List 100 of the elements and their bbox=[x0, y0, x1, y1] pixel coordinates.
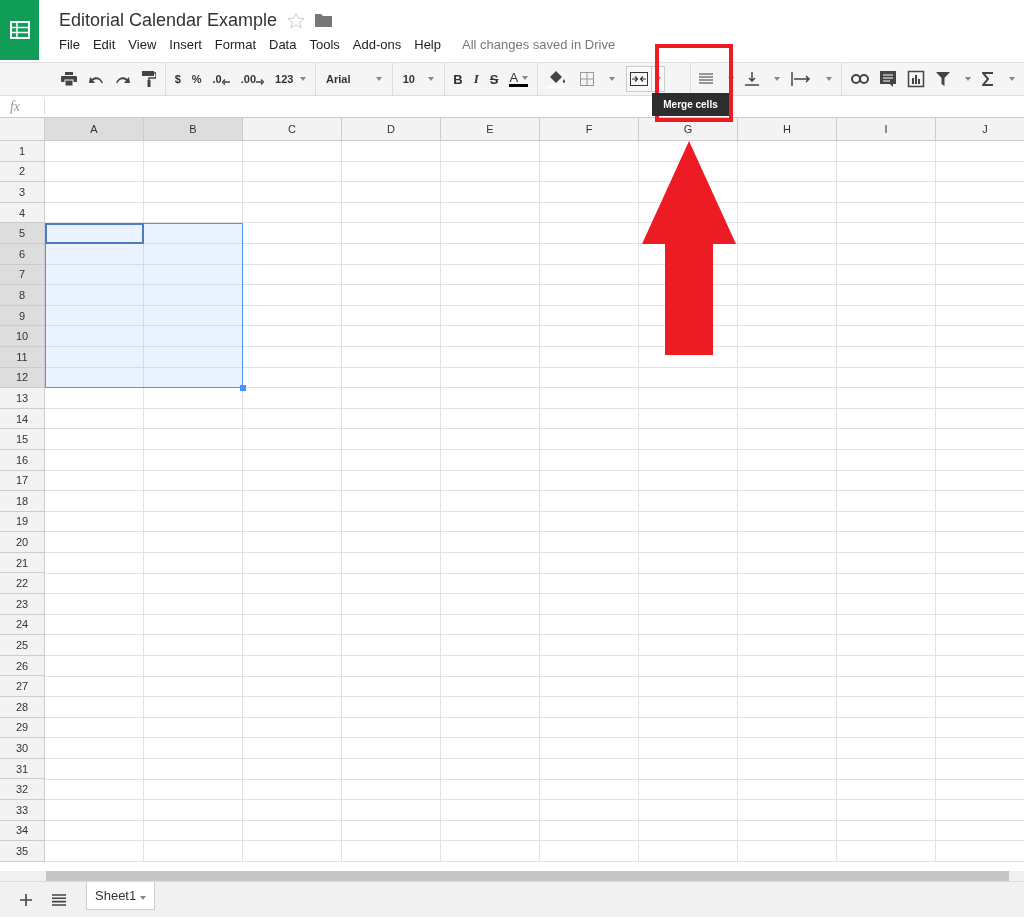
menu-item[interactable]: Format bbox=[214, 37, 256, 52]
caret-icon[interactable] bbox=[427, 77, 434, 81]
row-header[interactable]: 33 bbox=[0, 800, 45, 821]
row-header[interactable]: 18 bbox=[0, 491, 45, 512]
row-header[interactable]: 22 bbox=[0, 573, 45, 595]
row-header[interactable]: 12 bbox=[0, 367, 45, 389]
menu-item[interactable]: View bbox=[128, 37, 157, 52]
folder-icon[interactable] bbox=[315, 13, 333, 27]
row-header[interactable]: 25 bbox=[0, 635, 45, 656]
row-header[interactable]: 3 bbox=[0, 182, 45, 203]
row-header[interactable]: 6 bbox=[0, 243, 45, 265]
caret-icon[interactable] bbox=[1009, 77, 1015, 81]
row-header[interactable]: 32 bbox=[0, 779, 45, 800]
row-header[interactable]: 23 bbox=[0, 594, 45, 615]
star-icon[interactable] bbox=[287, 11, 306, 29]
caret-icon[interactable] bbox=[774, 77, 781, 81]
merge-cells-button[interactable] bbox=[625, 66, 665, 92]
horizontal-scrollbar[interactable] bbox=[46, 871, 1009, 881]
row-header[interactable]: 14 bbox=[0, 408, 45, 430]
row-header[interactable]: 7 bbox=[0, 264, 45, 286]
font-size-dropdown[interactable]: 10 bbox=[392, 73, 444, 85]
strikethrough-button[interactable]: S bbox=[489, 71, 499, 87]
row-header[interactable]: 26 bbox=[0, 655, 45, 677]
column-header[interactable]: H bbox=[738, 118, 837, 141]
bold-button[interactable]: B bbox=[453, 71, 463, 87]
increase-decimals-button[interactable]: .00 bbox=[240, 73, 264, 85]
row-header[interactable]: 17 bbox=[0, 470, 45, 492]
percent-format-button[interactable]: % bbox=[191, 73, 202, 85]
caret-icon[interactable] bbox=[376, 77, 382, 81]
column-header[interactable]: B bbox=[144, 118, 243, 141]
caret-icon[interactable] bbox=[965, 77, 971, 81]
sheet-list-icon[interactable] bbox=[52, 894, 66, 906]
row-header[interactable]: 16 bbox=[0, 449, 45, 471]
column-header[interactable]: A bbox=[45, 118, 144, 141]
more-formats-button[interactable]: 123 bbox=[275, 73, 307, 85]
text-color-button[interactable]: A bbox=[509, 71, 529, 87]
fill-handle[interactable] bbox=[240, 385, 246, 392]
menu-item[interactable]: Add-ons bbox=[352, 37, 402, 52]
caret-icon[interactable] bbox=[522, 75, 529, 80]
paint-format-icon[interactable] bbox=[142, 71, 156, 87]
sheet-tab[interactable]: Sheet1 bbox=[86, 882, 156, 910]
row-header[interactable]: 2 bbox=[0, 161, 45, 183]
print-icon[interactable] bbox=[61, 72, 77, 86]
decrease-decimals-button[interactable]: .0 bbox=[212, 73, 230, 85]
column-header[interactable]: E bbox=[441, 118, 540, 141]
row-header[interactable]: 11 bbox=[0, 346, 45, 368]
sheets-logo-icon[interactable] bbox=[0, 0, 39, 60]
column-header[interactable]: D bbox=[342, 118, 441, 141]
row-header[interactable]: 9 bbox=[0, 305, 45, 327]
align-left-icon[interactable] bbox=[699, 73, 714, 85]
caret-icon[interactable] bbox=[608, 77, 615, 81]
caret-icon[interactable] bbox=[140, 896, 147, 900]
filter-icon[interactable] bbox=[936, 72, 950, 86]
row-header[interactable]: 30 bbox=[0, 738, 45, 759]
row-header[interactable]: 20 bbox=[0, 532, 45, 553]
row-header[interactable]: 31 bbox=[0, 758, 45, 780]
row-header[interactable]: 27 bbox=[0, 676, 45, 698]
row-header[interactable]: 1 bbox=[0, 141, 45, 162]
row-header[interactable]: 5 bbox=[0, 223, 45, 244]
currency-format-button[interactable]: $ bbox=[174, 73, 181, 85]
chart-icon[interactable] bbox=[907, 70, 925, 88]
redo-icon[interactable] bbox=[115, 74, 131, 84]
column-header[interactable]: C bbox=[243, 118, 342, 141]
column-header[interactable]: I bbox=[837, 118, 936, 141]
row-header[interactable]: 29 bbox=[0, 717, 45, 739]
row-header[interactable]: 10 bbox=[0, 326, 45, 347]
menu-item[interactable]: File bbox=[59, 37, 80, 52]
column-header[interactable]: J bbox=[936, 118, 1024, 141]
italic-button[interactable]: I bbox=[473, 71, 479, 87]
add-sheet-icon[interactable] bbox=[20, 894, 32, 906]
caret-icon[interactable] bbox=[826, 77, 833, 81]
menu-item[interactable]: Insert bbox=[169, 37, 202, 52]
row-header[interactable]: 35 bbox=[0, 841, 45, 862]
borders-icon[interactable] bbox=[579, 72, 594, 86]
menu-item[interactable]: Edit bbox=[92, 37, 116, 52]
link-icon[interactable] bbox=[851, 74, 869, 84]
caret-icon[interactable] bbox=[300, 77, 307, 81]
sum-icon[interactable] bbox=[982, 72, 994, 86]
row-header[interactable]: 24 bbox=[0, 614, 45, 636]
vertical-align-bottom-icon[interactable] bbox=[745, 72, 760, 86]
active-cell[interactable] bbox=[45, 223, 144, 244]
menu-item[interactable]: Help bbox=[414, 37, 441, 52]
font-dropdown[interactable]: Arial bbox=[316, 73, 392, 85]
undo-icon[interactable] bbox=[88, 74, 104, 84]
text-wrapping-icon[interactable] bbox=[791, 72, 812, 86]
menu-item[interactable]: Tools bbox=[309, 37, 340, 52]
row-header[interactable]: 34 bbox=[0, 820, 45, 842]
row-header[interactable]: 28 bbox=[0, 697, 45, 718]
row-header[interactable]: 13 bbox=[0, 388, 45, 409]
comment-icon[interactable] bbox=[880, 71, 896, 87]
row-header[interactable]: 8 bbox=[0, 285, 45, 306]
cell-grid[interactable] bbox=[45, 141, 1024, 862]
row-header[interactable]: 19 bbox=[0, 511, 45, 533]
menu-item[interactable]: Data bbox=[269, 37, 297, 52]
row-header[interactable]: 21 bbox=[0, 552, 45, 574]
row-header[interactable]: 4 bbox=[0, 202, 45, 224]
column-header[interactable]: F bbox=[540, 118, 639, 141]
save-status: All changes saved in Drive bbox=[462, 37, 616, 52]
row-header[interactable]: 15 bbox=[0, 429, 45, 450]
document-title[interactable]: Editorial Calendar Example bbox=[59, 9, 278, 31]
